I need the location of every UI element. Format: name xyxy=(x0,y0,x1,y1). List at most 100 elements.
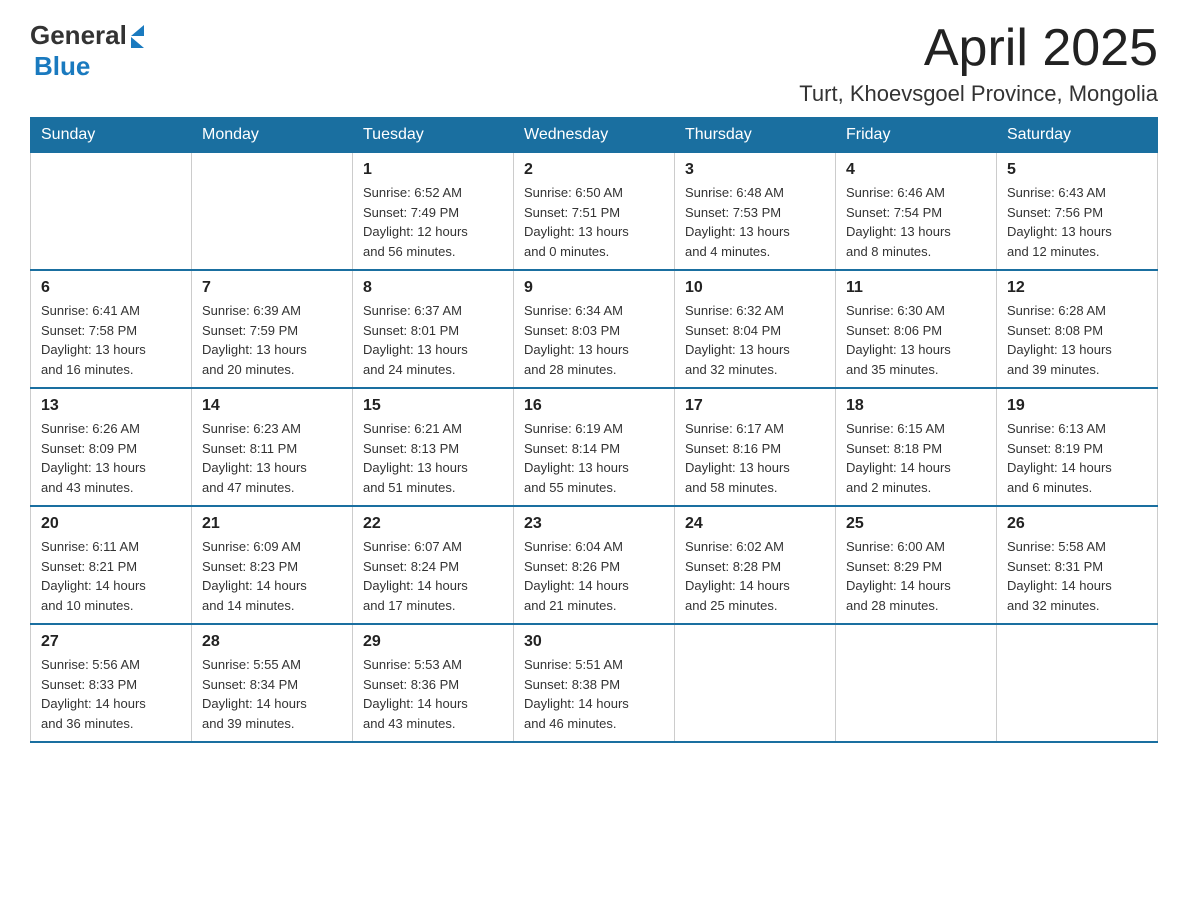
day-info: Sunrise: 6:34 AM Sunset: 8:03 PM Dayligh… xyxy=(524,301,664,379)
calendar-cell xyxy=(675,624,836,742)
main-title: April 2025 xyxy=(799,20,1158,77)
calendar-header-thursday: Thursday xyxy=(675,118,836,153)
day-number: 16 xyxy=(524,397,664,415)
calendar-cell: 13 Sunrise: 6:26 AM Sunset: 8:09 PM Dayli… xyxy=(31,388,192,506)
day-number: 1 xyxy=(363,161,503,179)
day-info: Sunrise: 6:11 AM Sunset: 8:21 PM Dayligh… xyxy=(41,537,181,615)
day-info: Sunrise: 6:19 AM Sunset: 8:14 PM Dayligh… xyxy=(524,419,664,497)
calendar-cell: 19 Sunrise: 6:13 AM Sunset: 8:19 PM Dayli… xyxy=(997,388,1158,506)
calendar-cell: 16 Sunrise: 6:19 AM Sunset: 8:14 PM Dayli… xyxy=(514,388,675,506)
calendar-week-4: 20 Sunrise: 6:11 AM Sunset: 8:21 PM Dayli… xyxy=(31,506,1158,624)
calendar-cell: 30 Sunrise: 5:51 AM Sunset: 8:38 PM Dayli… xyxy=(514,624,675,742)
day-number: 25 xyxy=(846,515,986,533)
day-info: Sunrise: 6:02 AM Sunset: 8:28 PM Dayligh… xyxy=(685,537,825,615)
calendar-header-monday: Monday xyxy=(192,118,353,153)
day-number: 17 xyxy=(685,397,825,415)
day-info: Sunrise: 6:48 AM Sunset: 7:53 PM Dayligh… xyxy=(685,183,825,261)
day-info: Sunrise: 6:23 AM Sunset: 8:11 PM Dayligh… xyxy=(202,419,342,497)
day-number: 9 xyxy=(524,279,664,297)
calendar-cell: 15Sunrise: 6:21 AM Sunset: 8:13 PM Dayli… xyxy=(353,388,514,506)
calendar-cell: 10Sunrise: 6:32 AM Sunset: 8:04 PM Dayli… xyxy=(675,270,836,388)
calendar-cell: 20 Sunrise: 6:11 AM Sunset: 8:21 PM Dayli… xyxy=(31,506,192,624)
calendar-cell: 14Sunrise: 6:23 AM Sunset: 8:11 PM Dayli… xyxy=(192,388,353,506)
day-number: 28 xyxy=(202,633,342,651)
day-number: 29 xyxy=(363,633,503,651)
calendar-cell: 17 Sunrise: 6:17 AM Sunset: 8:16 PM Dayli… xyxy=(675,388,836,506)
calendar-cell: 2 Sunrise: 6:50 AM Sunset: 7:51 PM Daylig… xyxy=(514,153,675,271)
day-number: 8 xyxy=(363,279,503,297)
calendar-cell xyxy=(31,153,192,271)
day-number: 19 xyxy=(1007,397,1147,415)
page-header: General Blue April 2025 Turt, Khoevsgoel… xyxy=(30,20,1158,107)
calendar-cell: 23 Sunrise: 6:04 AM Sunset: 8:26 PM Dayli… xyxy=(514,506,675,624)
day-number: 7 xyxy=(202,279,342,297)
day-info: Sunrise: 6:26 AM Sunset: 8:09 PM Dayligh… xyxy=(41,419,181,497)
day-number: 11 xyxy=(846,279,986,297)
day-number: 24 xyxy=(685,515,825,533)
day-info: Sunrise: 6:52 AM Sunset: 7:49 PM Dayligh… xyxy=(363,183,503,261)
day-info: Sunrise: 6:28 AM Sunset: 8:08 PM Dayligh… xyxy=(1007,301,1147,379)
calendar-cell: 21 Sunrise: 6:09 AM Sunset: 8:23 PM Dayli… xyxy=(192,506,353,624)
calendar-cell: 29 Sunrise: 5:53 AM Sunset: 8:36 PM Dayli… xyxy=(353,624,514,742)
calendar-cell: 3 Sunrise: 6:48 AM Sunset: 7:53 PM Daylig… xyxy=(675,153,836,271)
calendar-cell: 7 Sunrise: 6:39 AM Sunset: 7:59 PM Daylig… xyxy=(192,270,353,388)
day-info: Sunrise: 6:07 AM Sunset: 8:24 PM Dayligh… xyxy=(363,537,503,615)
day-info: Sunrise: 6:13 AM Sunset: 8:19 PM Dayligh… xyxy=(1007,419,1147,497)
logo: General Blue xyxy=(30,20,144,82)
day-number: 12 xyxy=(1007,279,1147,297)
day-number: 27 xyxy=(41,633,181,651)
calendar-cell: 26Sunrise: 5:58 AM Sunset: 8:31 PM Dayli… xyxy=(997,506,1158,624)
day-number: 21 xyxy=(202,515,342,533)
day-info: Sunrise: 6:43 AM Sunset: 7:56 PM Dayligh… xyxy=(1007,183,1147,261)
day-info: Sunrise: 5:58 AM Sunset: 8:31 PM Dayligh… xyxy=(1007,537,1147,615)
logo-general-text: General xyxy=(30,20,127,51)
calendar-cell xyxy=(192,153,353,271)
day-number: 3 xyxy=(685,161,825,179)
calendar-header-friday: Friday xyxy=(836,118,997,153)
day-number: 23 xyxy=(524,515,664,533)
day-number: 20 xyxy=(41,515,181,533)
calendar-header-saturday: Saturday xyxy=(997,118,1158,153)
day-number: 18 xyxy=(846,397,986,415)
calendar-week-2: 6Sunrise: 6:41 AM Sunset: 7:58 PM Daylig… xyxy=(31,270,1158,388)
day-info: Sunrise: 6:15 AM Sunset: 8:18 PM Dayligh… xyxy=(846,419,986,497)
day-info: Sunrise: 6:04 AM Sunset: 8:26 PM Dayligh… xyxy=(524,537,664,615)
calendar-cell: 1 Sunrise: 6:52 AM Sunset: 7:49 PM Daylig… xyxy=(353,153,514,271)
calendar-week-5: 27 Sunrise: 5:56 AM Sunset: 8:33 PM Dayli… xyxy=(31,624,1158,742)
calendar-header-wednesday: Wednesday xyxy=(514,118,675,153)
calendar-cell xyxy=(836,624,997,742)
logo-blue-text: Blue xyxy=(34,51,90,82)
calendar-cell: 28Sunrise: 5:55 AM Sunset: 8:34 PM Dayli… xyxy=(192,624,353,742)
calendar-header-tuesday: Tuesday xyxy=(353,118,514,153)
sub-title: Turt, Khoevsgoel Province, Mongolia xyxy=(799,81,1158,107)
day-info: Sunrise: 6:50 AM Sunset: 7:51 PM Dayligh… xyxy=(524,183,664,261)
day-info: Sunrise: 6:46 AM Sunset: 7:54 PM Dayligh… xyxy=(846,183,986,261)
calendar-week-3: 13 Sunrise: 6:26 AM Sunset: 8:09 PM Dayli… xyxy=(31,388,1158,506)
calendar-table: SundayMondayTuesdayWednesdayThursdayFrid… xyxy=(30,117,1158,743)
day-info: Sunrise: 6:09 AM Sunset: 8:23 PM Dayligh… xyxy=(202,537,342,615)
day-info: Sunrise: 5:53 AM Sunset: 8:36 PM Dayligh… xyxy=(363,655,503,733)
day-number: 2 xyxy=(524,161,664,179)
calendar-cell: 24 Sunrise: 6:02 AM Sunset: 8:28 PM Dayli… xyxy=(675,506,836,624)
calendar-cell: 4 Sunrise: 6:46 AM Sunset: 7:54 PM Daylig… xyxy=(836,153,997,271)
calendar-cell: 27 Sunrise: 5:56 AM Sunset: 8:33 PM Dayli… xyxy=(31,624,192,742)
day-number: 13 xyxy=(41,397,181,415)
day-info: Sunrise: 5:56 AM Sunset: 8:33 PM Dayligh… xyxy=(41,655,181,733)
calendar-cell: 25Sunrise: 6:00 AM Sunset: 8:29 PM Dayli… xyxy=(836,506,997,624)
calendar-cell: 9 Sunrise: 6:34 AM Sunset: 8:03 PM Daylig… xyxy=(514,270,675,388)
day-number: 4 xyxy=(846,161,986,179)
title-area: April 2025 Turt, Khoevsgoel Province, Mo… xyxy=(799,20,1158,107)
day-info: Sunrise: 5:51 AM Sunset: 8:38 PM Dayligh… xyxy=(524,655,664,733)
day-info: Sunrise: 6:17 AM Sunset: 8:16 PM Dayligh… xyxy=(685,419,825,497)
day-info: Sunrise: 6:37 AM Sunset: 8:01 PM Dayligh… xyxy=(363,301,503,379)
day-info: Sunrise: 6:21 AM Sunset: 8:13 PM Dayligh… xyxy=(363,419,503,497)
calendar-header-row: SundayMondayTuesdayWednesdayThursdayFrid… xyxy=(31,118,1158,153)
day-info: Sunrise: 6:30 AM Sunset: 8:06 PM Dayligh… xyxy=(846,301,986,379)
day-number: 30 xyxy=(524,633,664,651)
day-number: 22 xyxy=(363,515,503,533)
calendar-cell: 18 Sunrise: 6:15 AM Sunset: 8:18 PM Dayli… xyxy=(836,388,997,506)
day-info: Sunrise: 6:39 AM Sunset: 7:59 PM Dayligh… xyxy=(202,301,342,379)
calendar-cell: 8 Sunrise: 6:37 AM Sunset: 8:01 PM Daylig… xyxy=(353,270,514,388)
day-number: 10 xyxy=(685,279,825,297)
day-number: 6 xyxy=(41,279,181,297)
